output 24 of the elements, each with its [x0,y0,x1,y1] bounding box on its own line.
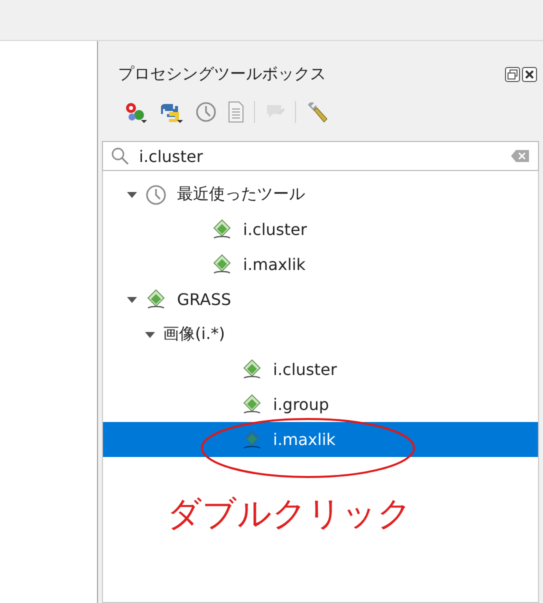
annotation-text: ダブルクリック [167,493,412,536]
grass-icon [211,218,233,240]
tree-item[interactable]: i.group [103,387,538,422]
clock-icon [145,184,167,206]
tree-item[interactable]: i.maxlik [103,422,538,457]
tree-item[interactable]: 最近使ったツール [103,177,538,212]
clear-icon[interactable] [510,149,530,163]
close-icon[interactable] [522,66,537,82]
search-field[interactable]: i.cluster [102,141,539,171]
grass-icon [211,254,233,276]
float-icon[interactable] [505,66,520,82]
search-icon [111,147,129,165]
tree-item[interactable]: i.maxlik [103,247,538,282]
tree-item[interactable]: i.cluster [103,212,538,247]
tree-item[interactable]: 画像(i.*) [103,317,538,352]
tree-item[interactable]: i.cluster [103,352,538,387]
document-icon[interactable] [226,100,246,124]
tree-item[interactable]: GRASS [103,282,538,317]
clock-icon[interactable] [194,100,218,124]
panel-title: プロセシングツールボックス [118,64,327,84]
grass-icon [145,288,167,310]
grass-icon [241,358,263,380]
grass-icon [241,428,263,450]
grass-icon [241,394,263,416]
